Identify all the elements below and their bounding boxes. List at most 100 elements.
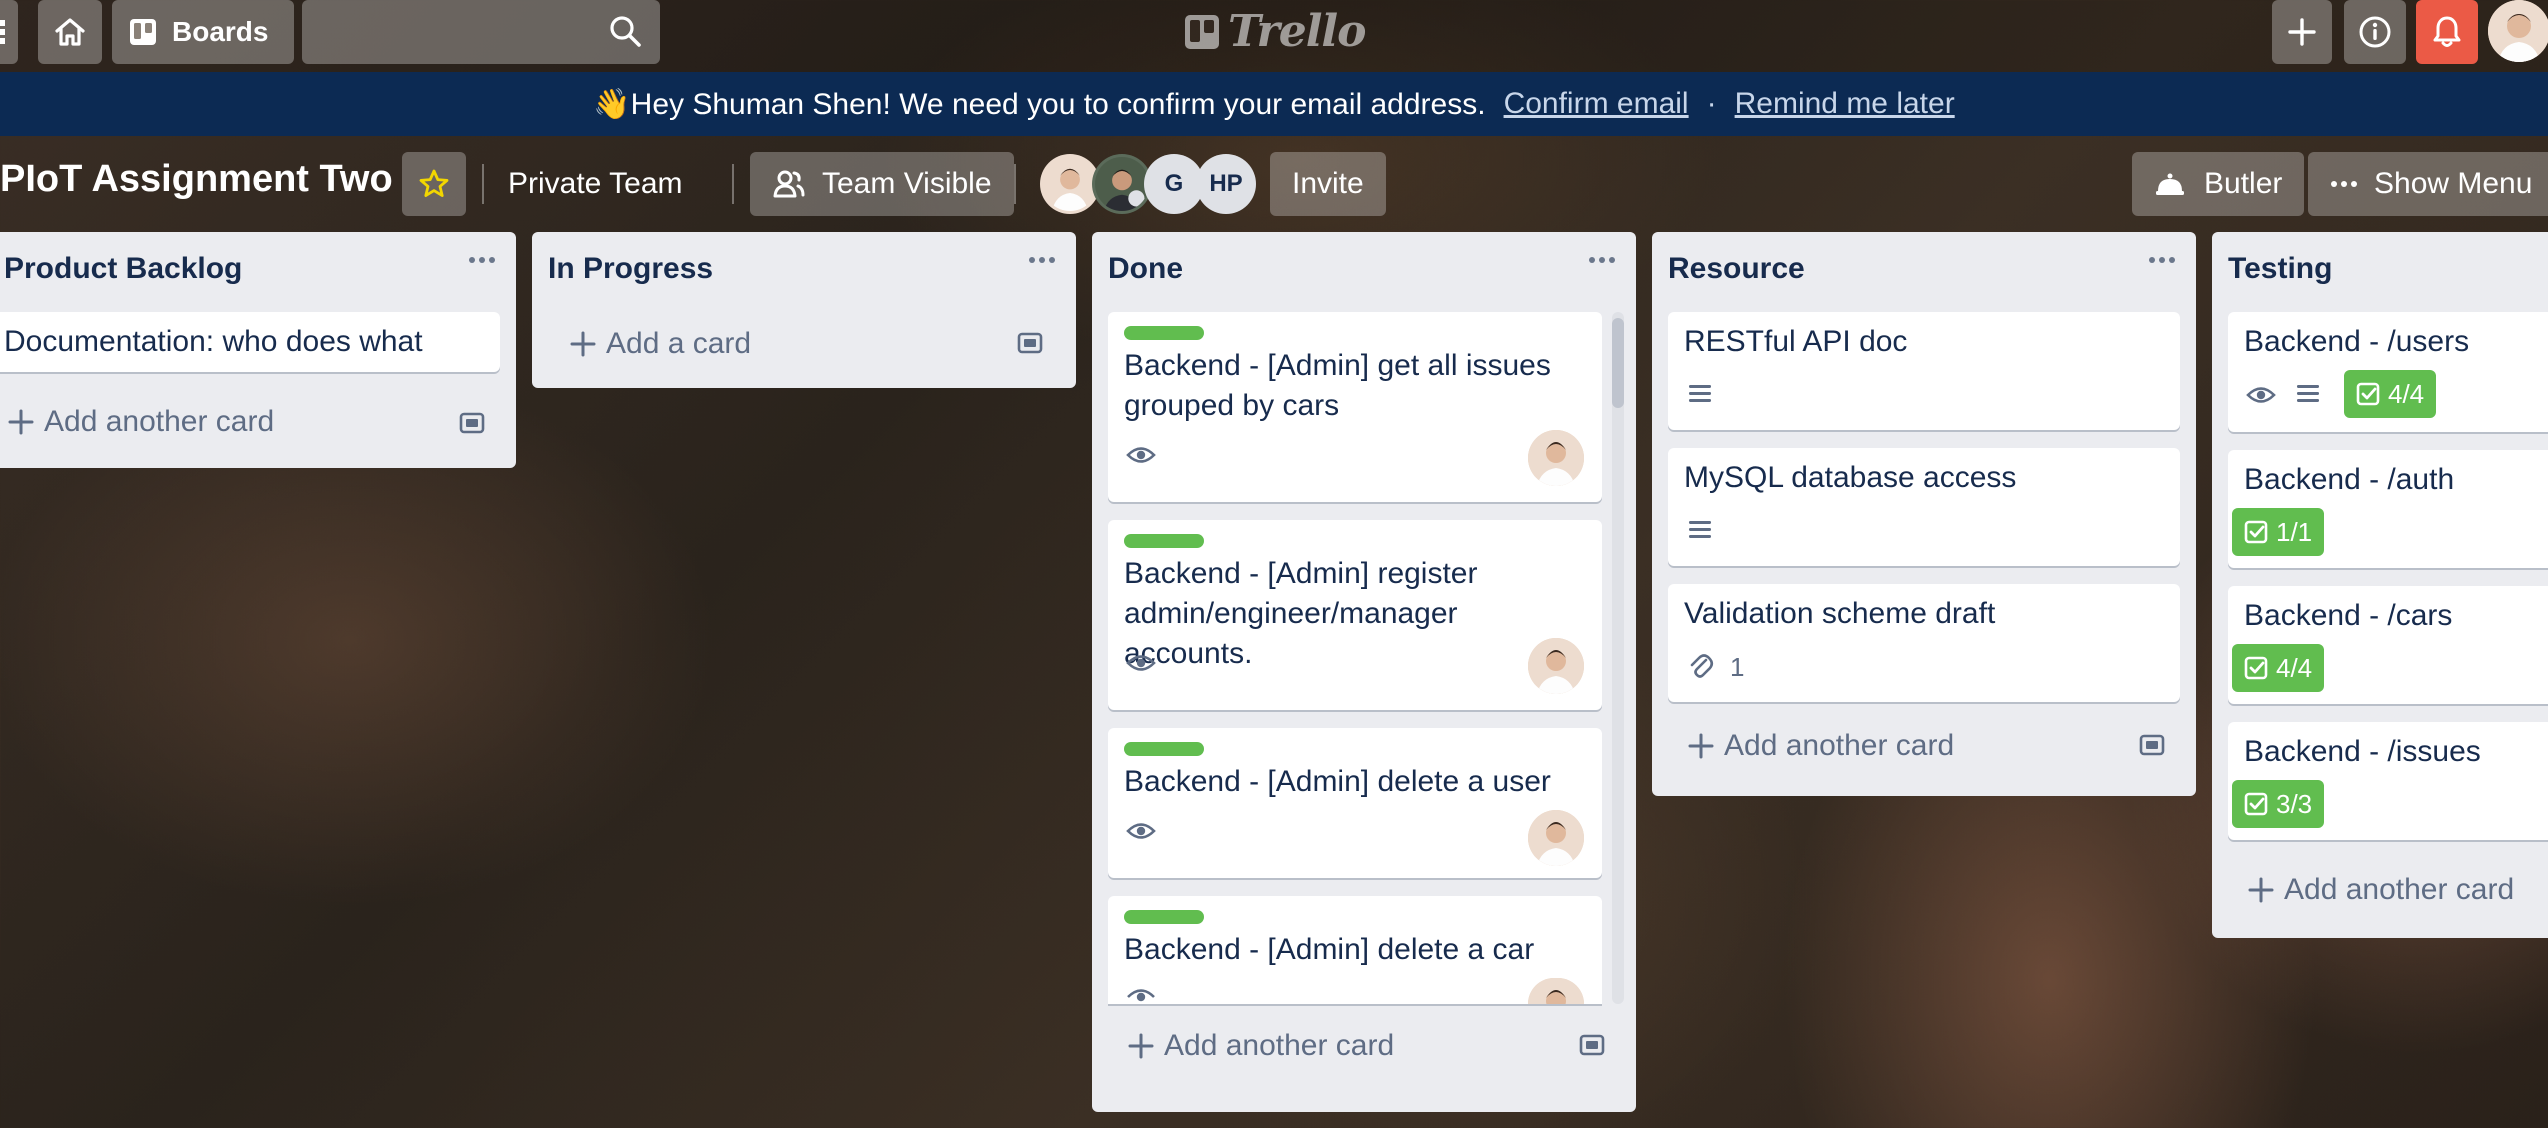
add-card-label: Add another card	[1724, 729, 1955, 762]
watch-icon	[1126, 823, 1156, 839]
list-scrollbar[interactable]	[1612, 312, 1624, 1004]
list-title[interactable]: Resource	[1668, 252, 1805, 286]
list-title[interactable]: Testing	[2228, 252, 2332, 286]
green-label[interactable]	[1124, 910, 1204, 924]
list-in-progress[interactable]: In Progress Add a card	[532, 232, 1076, 388]
user-avatar[interactable]	[2488, 0, 2548, 62]
confirm-email-link[interactable]: Confirm email	[1504, 87, 1689, 121]
card-member-avatar[interactable]	[1528, 638, 1584, 694]
plus-icon	[1688, 733, 1714, 759]
list-testing[interactable]: Testing Backend - /users 4/4 Backend - /…	[2212, 232, 2548, 938]
plus-icon	[570, 331, 596, 357]
avatar-image	[1095, 157, 1149, 211]
card[interactable]: RESTful API doc	[1668, 312, 2180, 430]
butler-label: Butler	[2204, 167, 2283, 200]
card-template-icon[interactable]	[1578, 1032, 1606, 1058]
card-template-icon[interactable]	[2138, 732, 2166, 758]
checklist-badge: 3/3	[2232, 780, 2325, 828]
home-button[interactable]	[38, 0, 102, 64]
team-button[interactable]: Private Team	[508, 152, 683, 216]
list-done[interactable]: Done Backend - [Admin] get all issues gr…	[1092, 232, 1636, 1112]
remind-later-link[interactable]: Remind me later	[1735, 87, 1955, 121]
add-card-button[interactable]: Add another card	[2248, 862, 2514, 918]
description-icon	[1689, 521, 1711, 538]
info-icon	[2359, 16, 2391, 48]
green-label[interactable]	[1124, 534, 1204, 548]
home-icon	[55, 18, 85, 46]
list-resource[interactable]: Resource RESTful API doc MySQL database …	[1652, 232, 2196, 796]
list-menu-icon[interactable]	[2148, 256, 2176, 264]
boards-button[interactable]: Boards	[112, 0, 294, 64]
list-product-backlog[interactable]: Product Backlog Documentation: who does …	[0, 232, 516, 468]
header-divider	[482, 164, 484, 204]
add-card-button[interactable]: Add another card	[1128, 1018, 1394, 1074]
card[interactable]: Backend - /issues 3/3	[2228, 722, 2548, 840]
avatar-image	[1528, 430, 1584, 486]
card-member-avatar[interactable]	[1528, 978, 1584, 1004]
search-input[interactable]	[302, 0, 660, 64]
add-card-button[interactable]: Add another card	[1688, 718, 1954, 774]
list-title[interactable]: Product Backlog	[4, 252, 242, 286]
list-menu-icon[interactable]	[468, 256, 496, 264]
list-title[interactable]: Done	[1108, 252, 1183, 286]
card[interactable]: Validation scheme draft 1	[1668, 584, 2180, 702]
member-avatar[interactable]	[1092, 154, 1152, 214]
green-label[interactable]	[1124, 742, 1204, 756]
visibility-button[interactable]: Team Visible	[750, 152, 1014, 216]
card[interactable]: Backend - /auth 1/1	[2228, 450, 2548, 568]
list-title[interactable]: In Progress	[548, 252, 713, 286]
trello-logo[interactable]: Trello	[1184, 6, 1366, 57]
card-member-avatar[interactable]	[1528, 430, 1584, 486]
card[interactable]: Backend - /users 4/4	[2228, 312, 2548, 432]
card[interactable]: Backend - /cars 4/4	[2228, 586, 2548, 704]
card-title: RESTful API doc	[1684, 325, 1908, 358]
header-divider	[1014, 164, 1016, 204]
card-template-icon[interactable]	[458, 410, 486, 436]
avatar-image	[1528, 978, 1584, 1004]
search-icon[interactable]	[608, 14, 642, 48]
star-board-button[interactable]	[402, 152, 466, 216]
list-menu-icon[interactable]	[1588, 256, 1616, 264]
notifications-button[interactable]	[2416, 0, 2478, 64]
show-menu-button[interactable]: Show Menu	[2308, 152, 2548, 216]
card[interactable]: Backend - [Admin] delete a car	[1108, 896, 1602, 1004]
show-menu-label: Show Menu	[2374, 167, 2533, 200]
card-title: Backend - [Admin] get all issues grouped…	[1124, 349, 1551, 422]
board-title[interactable]: PIoT Assignment Two	[0, 158, 393, 201]
card[interactable]: Backend - [Admin] delete a user	[1108, 728, 1602, 878]
watch-icon	[1126, 447, 1156, 463]
add-card-button[interactable]: Add another card	[8, 394, 274, 450]
invite-button[interactable]: Invite	[1270, 152, 1386, 216]
apps-menu-button[interactable]	[0, 0, 18, 64]
card-title: Backend - [Admin] delete a car	[1124, 933, 1535, 966]
create-button[interactable]	[2272, 0, 2332, 64]
card-title: Backend - /users	[2244, 325, 2470, 358]
info-button[interactable]	[2344, 0, 2406, 64]
plus-icon	[2288, 18, 2316, 46]
add-card-label: Add another card	[1164, 1029, 1395, 1062]
card[interactable]: Backend - [Admin] register admin/enginee…	[1108, 520, 1602, 710]
green-label[interactable]	[1124, 326, 1204, 340]
add-card-label: Add another card	[2284, 873, 2515, 906]
card-title: Backend - [Admin] register admin/enginee…	[1124, 557, 1478, 670]
butler-button[interactable]: Butler	[2132, 152, 2305, 216]
card[interactable]: Documentation: who does what	[0, 312, 500, 372]
watch-icon	[1126, 655, 1156, 671]
member-avatar[interactable]	[1040, 154, 1100, 214]
card[interactable]: MySQL database access	[1668, 448, 2180, 566]
card-member-avatar[interactable]	[1528, 810, 1584, 866]
add-card-button[interactable]: Add a card	[570, 316, 751, 372]
banner-message: 👋Hey Shuman Shen! We need you to confirm…	[593, 87, 1486, 121]
plus-icon	[2248, 877, 2274, 903]
card-title: Validation scheme draft	[1684, 597, 1996, 630]
list-menu-icon[interactable]	[1028, 256, 1056, 264]
card[interactable]: Backend - [Admin] get all issues grouped…	[1108, 312, 1602, 502]
boards-icon	[130, 19, 156, 45]
member-avatar[interactable]: HP	[1196, 154, 1256, 214]
scrollbar-thumb[interactable]	[1612, 318, 1624, 408]
card-template-icon[interactable]	[1016, 330, 1044, 356]
card-title: Documentation: who does what	[4, 325, 423, 358]
member-avatar[interactable]: G	[1144, 154, 1204, 214]
checklist-badge: 4/4	[2344, 370, 2437, 418]
attachment-count: 1	[1730, 652, 1745, 682]
